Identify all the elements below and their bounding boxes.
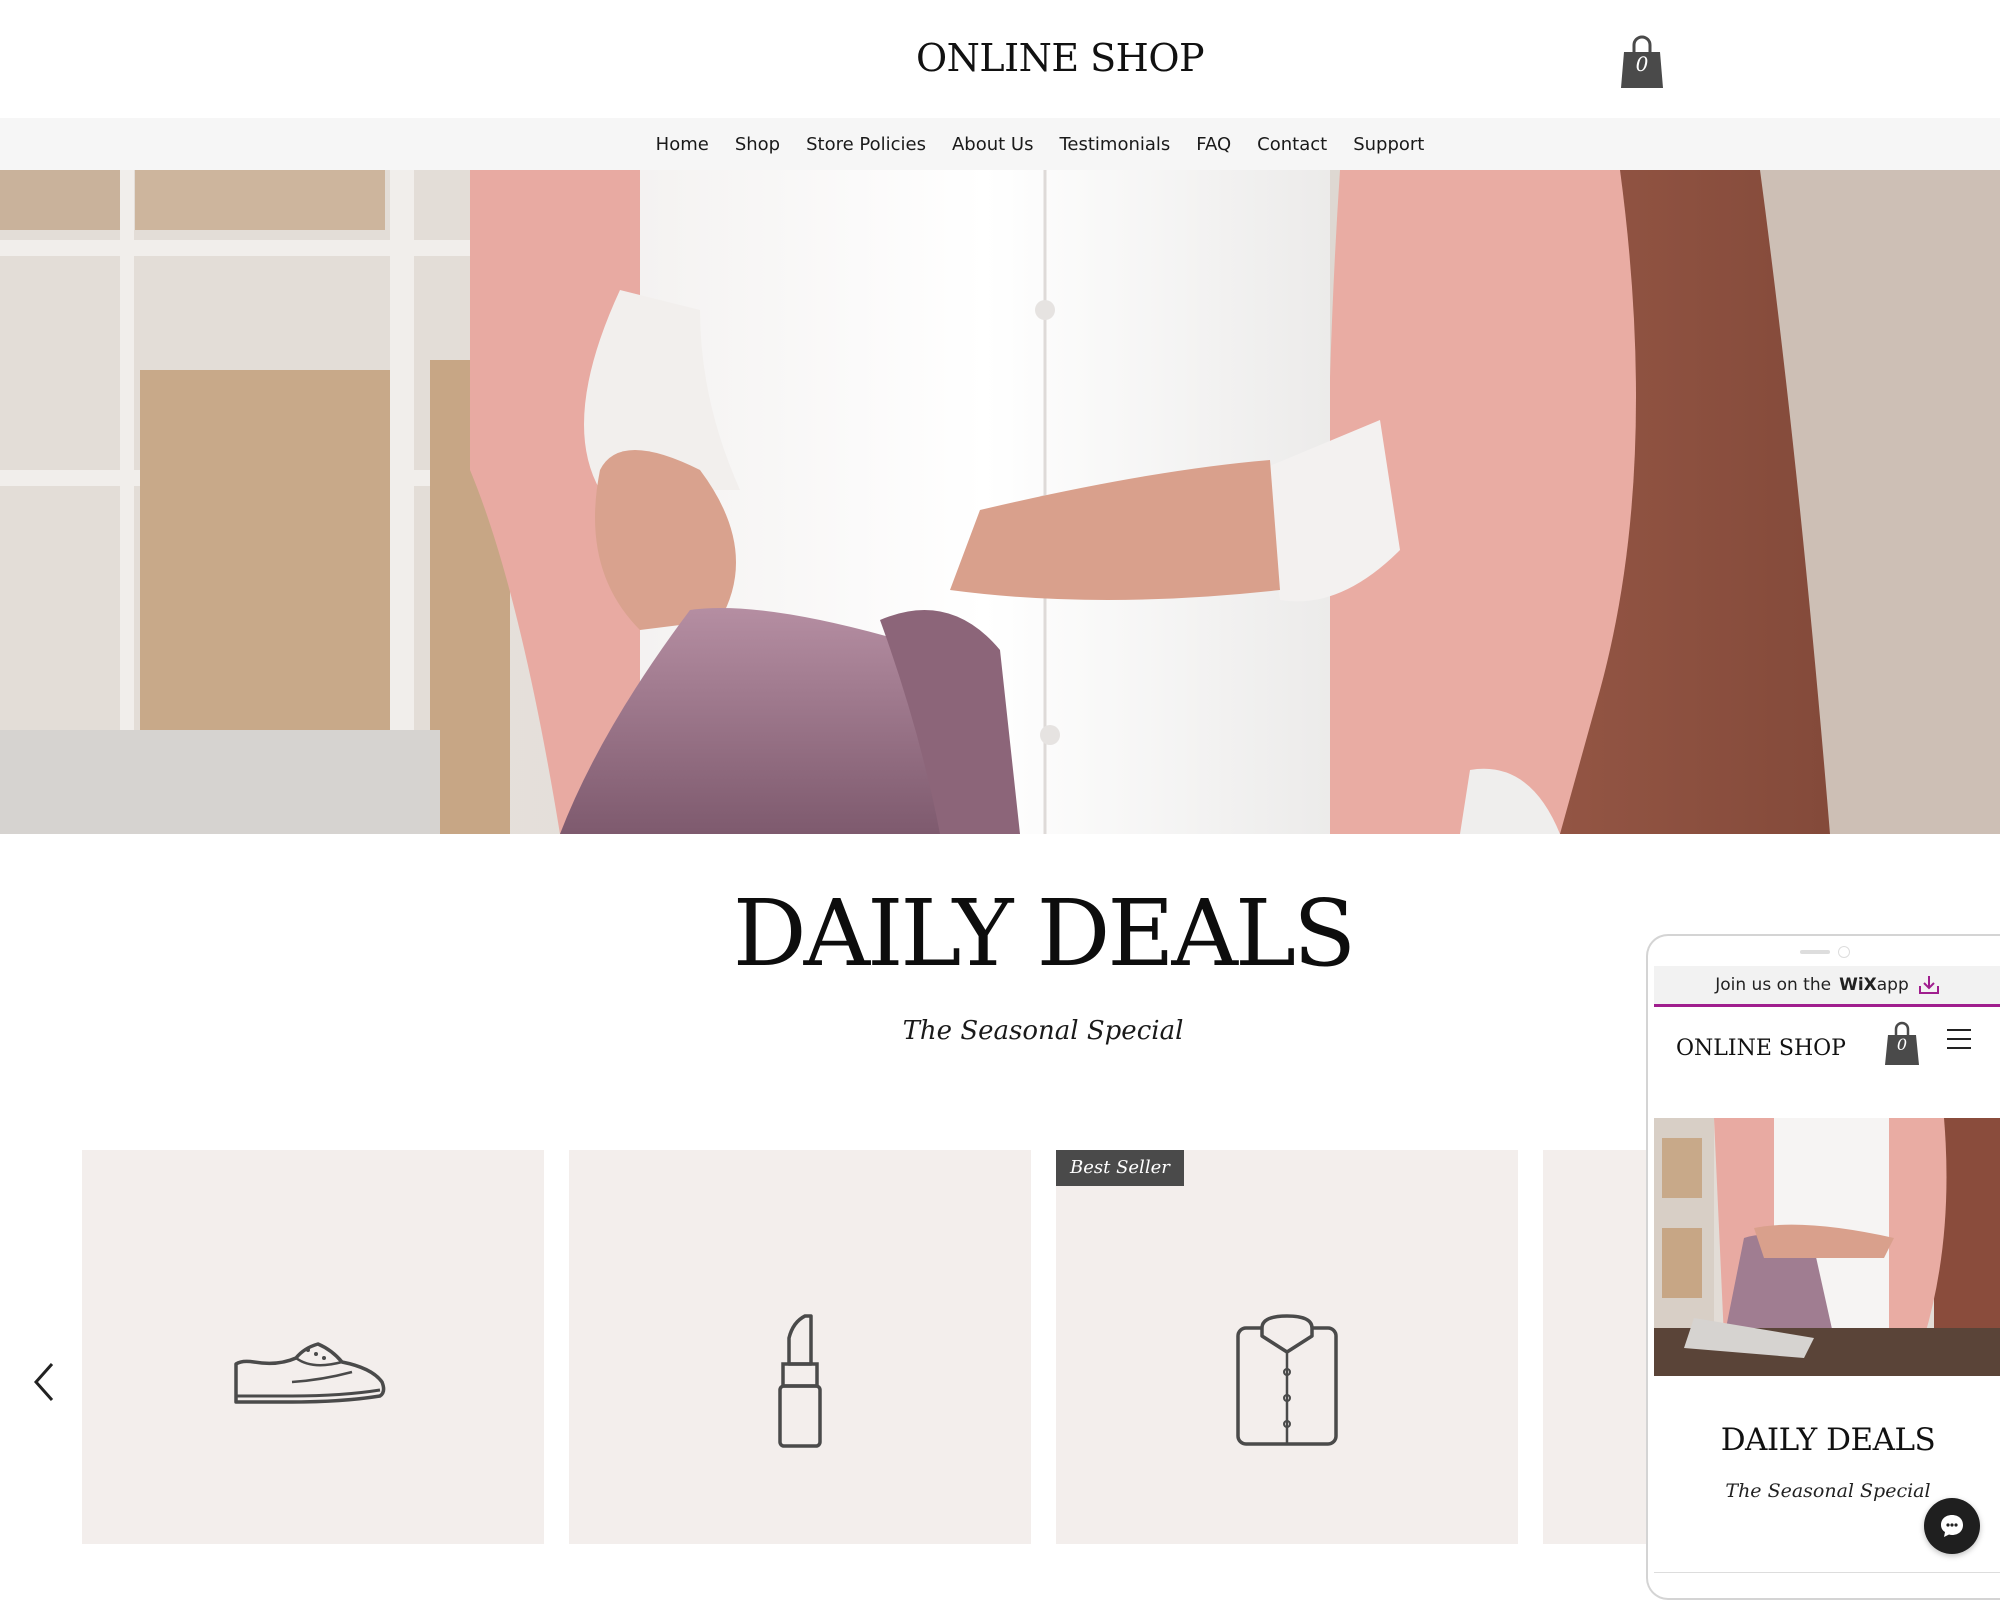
best-seller-badge: Best Seller: [1056, 1150, 1184, 1186]
wix-app-banner[interactable]: Join us on the WiXapp: [1654, 966, 2000, 1007]
nav-item-shop[interactable]: Shop: [735, 134, 780, 155]
mobile-site-title[interactable]: ONLINE SHOP: [1676, 1036, 1846, 1061]
hamburger-menu-button[interactable]: [1946, 1026, 1972, 1052]
mobile-hero-image: [1654, 1118, 2000, 1376]
mobile-cart-count: 0: [1896, 1035, 1908, 1054]
cart-count: 0: [1635, 52, 1649, 76]
cart-button[interactable]: 0: [1619, 34, 1665, 90]
chat-button[interactable]: [1924, 1498, 1980, 1554]
carousel-prev-button[interactable]: [28, 1360, 62, 1404]
chevron-left-icon: [33, 1363, 54, 1401]
nav-item-about-us[interactable]: About Us: [952, 134, 1034, 155]
chat-bubble-icon: [1941, 1515, 1963, 1537]
product-card[interactable]: [569, 1150, 1031, 1544]
nav-item-testimonials[interactable]: Testimonials: [1059, 134, 1170, 155]
phone-camera: [1838, 946, 1850, 958]
product-card[interactable]: Best Seller: [1056, 1150, 1518, 1544]
main-nav: Home Shop Store Policies About Us Testim…: [0, 118, 2000, 170]
product-card[interactable]: [82, 1150, 544, 1544]
phone-speaker: [1800, 950, 1830, 954]
site-header: ONLINE SHOP 0: [0, 0, 2000, 118]
mobile-daily-deals-title: DAILY DEALS: [1720, 1422, 1936, 1458]
site-title[interactable]: ONLINE SHOP: [0, 36, 2000, 80]
nav-item-contact[interactable]: Contact: [1257, 134, 1327, 155]
lipstick-icon: [778, 1314, 822, 1448]
hero-image: [0, 170, 2000, 834]
nav-item-store-policies[interactable]: Store Policies: [806, 134, 926, 155]
nav-item-support[interactable]: Support: [1353, 134, 1424, 155]
product-card[interactable]: [1543, 1150, 1646, 1544]
nav-item-faq[interactable]: FAQ: [1196, 134, 1231, 155]
shirt-icon: [1236, 1314, 1338, 1446]
divider: [1654, 1572, 2000, 1573]
wix-logo: WiXapp: [1839, 975, 1909, 995]
nav-item-home[interactable]: Home: [656, 134, 709, 155]
hamburger-icon: [1947, 1029, 1971, 1049]
shoe-icon: [234, 1342, 386, 1404]
download-icon: [1918, 976, 1939, 994]
wix-banner-text: Join us on the: [1715, 975, 1832, 995]
mobile-cart-button[interactable]: 0: [1884, 1020, 1920, 1066]
